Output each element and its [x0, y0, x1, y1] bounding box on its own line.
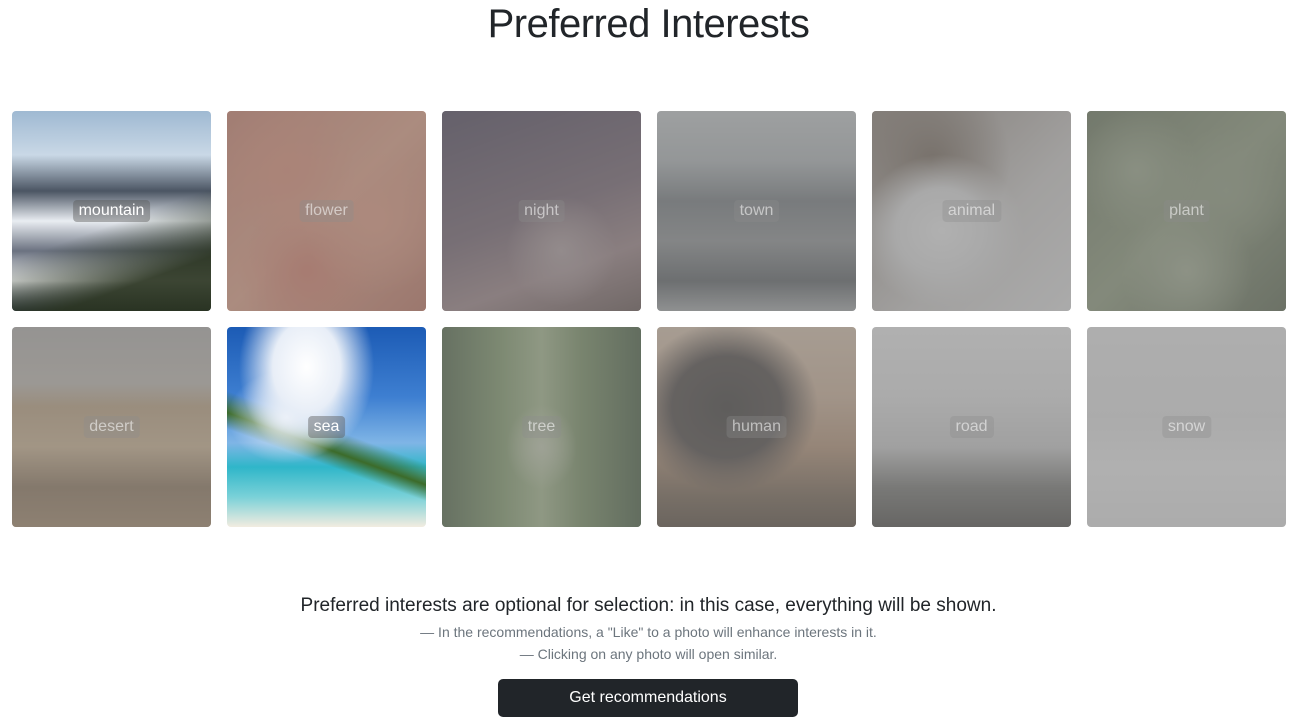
page: Preferred Interests mountain flower night t… — [0, 0, 1297, 724]
interest-label: human — [726, 416, 787, 438]
interest-tile-town[interactable]: town — [657, 111, 856, 311]
interest-label: mountain — [72, 200, 151, 222]
interest-label: desert — [83, 416, 140, 438]
interest-label: plant — [1163, 200, 1210, 222]
info-click-hint: — Clicking on any photo will open simila… — [519, 646, 778, 662]
interest-label: flower — [299, 200, 354, 222]
interest-label: sea — [307, 416, 346, 438]
info-main-text: Preferred interests are optional for sel… — [300, 595, 997, 616]
interest-tile-desert[interactable]: desert — [12, 327, 211, 527]
interest-grid: mountain flower night town animal plant desert… — [12, 111, 1286, 527]
interest-tile-tree[interactable]: tree — [442, 327, 641, 527]
interest-tile-snow[interactable]: snow — [1087, 327, 1286, 527]
interest-tile-human[interactable]: human — [657, 327, 856, 527]
interest-label: tree — [521, 416, 562, 438]
interest-tile-road[interactable]: road — [872, 327, 1071, 527]
interest-tile-night[interactable]: night — [442, 111, 641, 311]
interest-tile-sea[interactable]: sea — [227, 327, 426, 527]
interest-label: snow — [1161, 416, 1212, 438]
interest-label: road — [949, 416, 994, 438]
interest-label: town — [733, 200, 780, 222]
interest-tile-flower[interactable]: flower — [227, 111, 426, 311]
get-recommendations-button[interactable]: Get recommendations — [498, 679, 798, 717]
interest-label: animal — [941, 200, 1002, 222]
interest-tile-plant[interactable]: plant — [1087, 111, 1286, 311]
interest-tile-animal[interactable]: animal — [872, 111, 1071, 311]
page-title: Preferred Interests — [487, 2, 810, 46]
info-like-hint: — In the recommendations, a "Like" to a … — [420, 624, 877, 640]
interest-label: night — [518, 200, 565, 222]
interest-tile-mountain[interactable]: mountain — [12, 111, 211, 311]
